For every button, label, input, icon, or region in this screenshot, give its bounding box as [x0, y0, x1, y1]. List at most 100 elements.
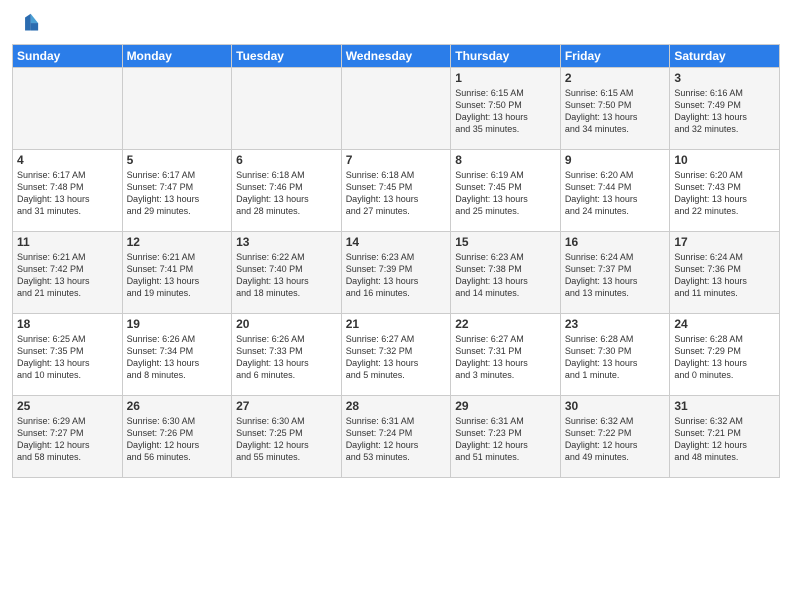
calendar-week-row: 4 Sunrise: 6:17 AM Sunset: 7:48 PM Daylig…: [13, 150, 780, 232]
day-number: 15: [455, 235, 556, 249]
calendar-week-row: 18 Sunrise: 6:25 AM Sunset: 7:35 PM Dayli…: [13, 314, 780, 396]
calendar-cell: 3 Sunrise: 6:16 AM Sunset: 7:49 PM Daylig…: [670, 68, 780, 150]
weekday-header: Sunday: [13, 45, 123, 68]
calendar-cell: 29 Sunrise: 6:31 AM Sunset: 7:23 PM Dayli…: [451, 396, 561, 478]
day-number: 12: [127, 235, 228, 249]
calendar-cell: 23 Sunrise: 6:28 AM Sunset: 7:30 PM Dayli…: [560, 314, 670, 396]
day-info: Sunrise: 6:23 AM Sunset: 7:38 PM Dayligh…: [455, 251, 556, 300]
calendar-cell: 4 Sunrise: 6:17 AM Sunset: 7:48 PM Daylig…: [13, 150, 123, 232]
day-number: 13: [236, 235, 337, 249]
day-number: 25: [17, 399, 118, 413]
calendar-cell: [13, 68, 123, 150]
day-info: Sunrise: 6:32 AM Sunset: 7:21 PM Dayligh…: [674, 415, 775, 464]
logo-icon: [12, 10, 40, 38]
day-number: 24: [674, 317, 775, 331]
day-number: 1: [455, 71, 556, 85]
day-info: Sunrise: 6:22 AM Sunset: 7:40 PM Dayligh…: [236, 251, 337, 300]
calendar-cell: 31 Sunrise: 6:32 AM Sunset: 7:21 PM Dayli…: [670, 396, 780, 478]
day-number: 21: [346, 317, 447, 331]
day-number: 23: [565, 317, 666, 331]
day-info: Sunrise: 6:31 AM Sunset: 7:24 PM Dayligh…: [346, 415, 447, 464]
calendar-cell: 2 Sunrise: 6:15 AM Sunset: 7:50 PM Daylig…: [560, 68, 670, 150]
day-info: Sunrise: 6:21 AM Sunset: 7:42 PM Dayligh…: [17, 251, 118, 300]
day-number: 6: [236, 153, 337, 167]
day-info: Sunrise: 6:17 AM Sunset: 7:48 PM Dayligh…: [17, 169, 118, 218]
calendar-cell: 17Sunrise: 6:24 AM Sunset: 7:36 PM Dayli…: [670, 232, 780, 314]
weekday-header: Saturday: [670, 45, 780, 68]
day-number: 28: [346, 399, 447, 413]
day-number: 14: [346, 235, 447, 249]
weekday-header: Tuesday: [232, 45, 342, 68]
day-info: Sunrise: 6:29 AM Sunset: 7:27 PM Dayligh…: [17, 415, 118, 464]
calendar-cell: 26Sunrise: 6:30 AM Sunset: 7:26 PM Dayli…: [122, 396, 232, 478]
day-info: Sunrise: 6:24 AM Sunset: 7:37 PM Dayligh…: [565, 251, 666, 300]
day-info: Sunrise: 6:20 AM Sunset: 7:43 PM Dayligh…: [674, 169, 775, 218]
calendar-header-row: SundayMondayTuesdayWednesdayThursdayFrid…: [13, 45, 780, 68]
day-info: Sunrise: 6:24 AM Sunset: 7:36 PM Dayligh…: [674, 251, 775, 300]
calendar-cell: [341, 68, 451, 150]
day-info: Sunrise: 6:23 AM Sunset: 7:39 PM Dayligh…: [346, 251, 447, 300]
day-number: 10: [674, 153, 775, 167]
logo: [12, 10, 44, 38]
weekday-header: Friday: [560, 45, 670, 68]
weekday-header: Thursday: [451, 45, 561, 68]
day-info: Sunrise: 6:27 AM Sunset: 7:32 PM Dayligh…: [346, 333, 447, 382]
calendar-cell: 28 Sunrise: 6:31 AM Sunset: 7:24 PM Dayli…: [341, 396, 451, 478]
calendar-cell: 20 Sunrise: 6:26 AM Sunset: 7:33 PM Dayli…: [232, 314, 342, 396]
calendar-cell: 8 Sunrise: 6:19 AM Sunset: 7:45 PM Daylig…: [451, 150, 561, 232]
calendar-cell: 21 Sunrise: 6:27 AM Sunset: 7:32 PM Dayli…: [341, 314, 451, 396]
day-number: 29: [455, 399, 556, 413]
calendar-cell: 15 Sunrise: 6:23 AM Sunset: 7:38 PM Dayli…: [451, 232, 561, 314]
day-info: Sunrise: 6:25 AM Sunset: 7:35 PM Dayligh…: [17, 333, 118, 382]
day-info: Sunrise: 6:20 AM Sunset: 7:44 PM Dayligh…: [565, 169, 666, 218]
day-number: 2: [565, 71, 666, 85]
day-info: Sunrise: 6:16 AM Sunset: 7:49 PM Dayligh…: [674, 87, 775, 136]
calendar-cell: 18 Sunrise: 6:25 AM Sunset: 7:35 PM Dayli…: [13, 314, 123, 396]
calendar-cell: 27Sunrise: 6:30 AM Sunset: 7:25 PM Dayli…: [232, 396, 342, 478]
day-number: 20: [236, 317, 337, 331]
day-info: Sunrise: 6:21 AM Sunset: 7:41 PM Dayligh…: [127, 251, 228, 300]
day-number: 3: [674, 71, 775, 85]
page-header: [12, 10, 780, 38]
day-number: 16: [565, 235, 666, 249]
day-info: Sunrise: 6:19 AM Sunset: 7:45 PM Dayligh…: [455, 169, 556, 218]
day-info: Sunrise: 6:26 AM Sunset: 7:33 PM Dayligh…: [236, 333, 337, 382]
page-container: SundayMondayTuesdayWednesdayThursdayFrid…: [0, 0, 792, 612]
calendar-cell: 10 Sunrise: 6:20 AM Sunset: 7:43 PM Dayli…: [670, 150, 780, 232]
calendar-cell: 30 Sunrise: 6:32 AM Sunset: 7:22 PM Dayli…: [560, 396, 670, 478]
calendar-cell: 7 Sunrise: 6:18 AM Sunset: 7:45 PM Daylig…: [341, 150, 451, 232]
day-info: Sunrise: 6:30 AM Sunset: 7:25 PM Dayligh…: [236, 415, 337, 464]
day-info: Sunrise: 6:18 AM Sunset: 7:46 PM Dayligh…: [236, 169, 337, 218]
calendar-cell: 16 Sunrise: 6:24 AM Sunset: 7:37 PM Dayli…: [560, 232, 670, 314]
day-number: 8: [455, 153, 556, 167]
day-number: 5: [127, 153, 228, 167]
calendar-cell: 13 Sunrise: 6:22 AM Sunset: 7:40 PM Dayli…: [232, 232, 342, 314]
weekday-header: Monday: [122, 45, 232, 68]
day-info: Sunrise: 6:15 AM Sunset: 7:50 PM Dayligh…: [455, 87, 556, 136]
calendar-cell: 24Sunrise: 6:28 AM Sunset: 7:29 PM Dayli…: [670, 314, 780, 396]
day-info: Sunrise: 6:28 AM Sunset: 7:30 PM Dayligh…: [565, 333, 666, 382]
day-number: 30: [565, 399, 666, 413]
day-info: Sunrise: 6:32 AM Sunset: 7:22 PM Dayligh…: [565, 415, 666, 464]
day-number: 4: [17, 153, 118, 167]
day-info: Sunrise: 6:15 AM Sunset: 7:50 PM Dayligh…: [565, 87, 666, 136]
calendar-cell: [122, 68, 232, 150]
day-number: 18: [17, 317, 118, 331]
calendar-cell: 5 Sunrise: 6:17 AM Sunset: 7:47 PM Daylig…: [122, 150, 232, 232]
day-number: 7: [346, 153, 447, 167]
day-info: Sunrise: 6:26 AM Sunset: 7:34 PM Dayligh…: [127, 333, 228, 382]
calendar-cell: 25 Sunrise: 6:29 AM Sunset: 7:27 PM Dayli…: [13, 396, 123, 478]
day-info: Sunrise: 6:17 AM Sunset: 7:47 PM Dayligh…: [127, 169, 228, 218]
day-info: Sunrise: 6:18 AM Sunset: 7:45 PM Dayligh…: [346, 169, 447, 218]
calendar-cell: 6 Sunrise: 6:18 AM Sunset: 7:46 PM Daylig…: [232, 150, 342, 232]
calendar-week-row: 25 Sunrise: 6:29 AM Sunset: 7:27 PM Dayli…: [13, 396, 780, 478]
day-number: 31: [674, 399, 775, 413]
weekday-header: Wednesday: [341, 45, 451, 68]
calendar-table: SundayMondayTuesdayWednesdayThursdayFrid…: [12, 44, 780, 478]
day-info: Sunrise: 6:27 AM Sunset: 7:31 PM Dayligh…: [455, 333, 556, 382]
day-number: 22: [455, 317, 556, 331]
calendar-week-row: 11Sunrise: 6:21 AM Sunset: 7:42 PM Dayli…: [13, 232, 780, 314]
day-number: 9: [565, 153, 666, 167]
calendar-week-row: 1 Sunrise: 6:15 AM Sunset: 7:50 PM Daylig…: [13, 68, 780, 150]
day-info: Sunrise: 6:31 AM Sunset: 7:23 PM Dayligh…: [455, 415, 556, 464]
